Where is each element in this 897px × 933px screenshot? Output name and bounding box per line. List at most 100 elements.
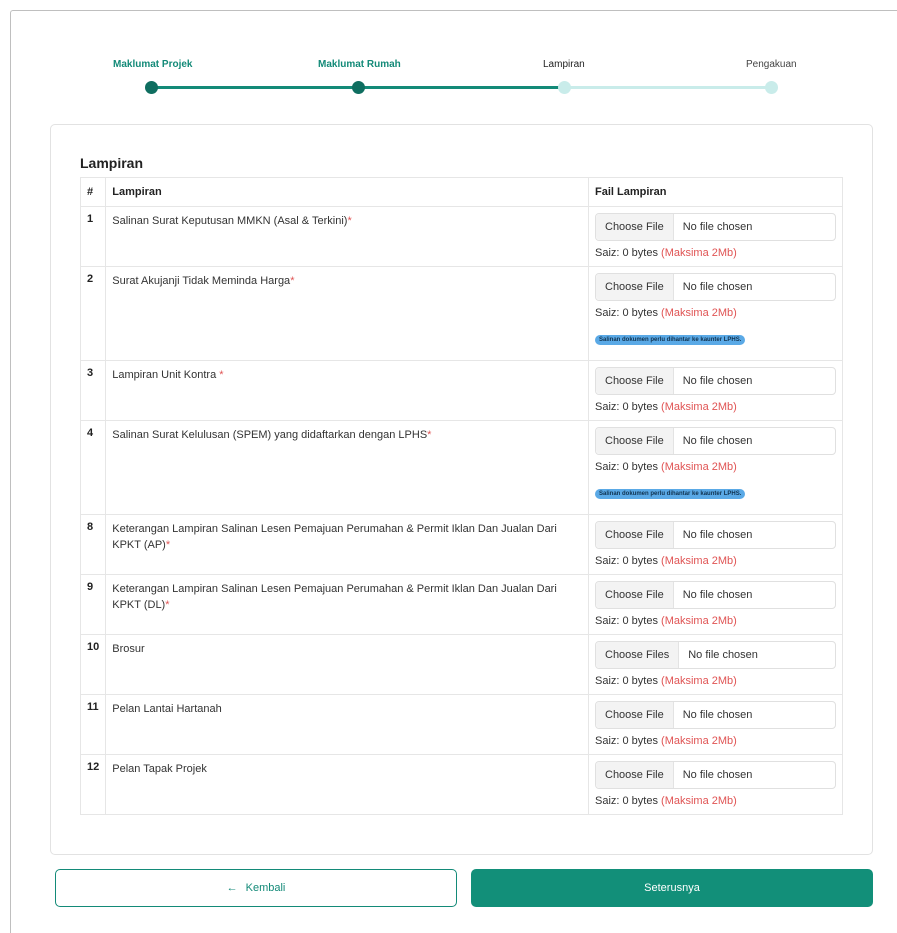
attachment-name-cell: Brosur	[105, 634, 589, 695]
attachment-name-cell: Pelan Tapak Projek	[105, 754, 589, 815]
table-row: 10 Brosur Choose Files No file chosen Saiz: …	[79, 634, 843, 695]
step-dot-maklumat-projek	[145, 81, 158, 94]
header-lampiran: Lampiran	[105, 177, 589, 207]
choose-file-button[interactable]: Choose File	[596, 582, 674, 608]
attachment-name-cell: Keterangan Lampiran Salinan Lesen Pemaju…	[105, 574, 589, 635]
file-cell: Choose File No file chosen Saiz: 0 bytes (…	[588, 574, 843, 635]
file-size: Saiz: 0 bytes	[595, 401, 658, 413]
row-number: 4	[79, 420, 107, 515]
file-input[interactable]: Choose Files No file chosen	[595, 641, 836, 669]
file-status: No file chosen	[682, 221, 753, 233]
file-size: Saiz: 0 bytes	[595, 555, 658, 567]
file-size-line: Saiz: 0 bytes (Maksima 2Mb)	[595, 401, 836, 413]
attachment-name: Lampiran Unit Kontra	[112, 369, 220, 381]
max-size-note: (Maksima 2Mb)	[661, 615, 737, 627]
file-input[interactable]: Choose File No file chosen	[595, 581, 836, 609]
row-number: 1	[79, 206, 107, 267]
row-number: 12	[79, 754, 107, 815]
max-size-note: (Maksima 2Mb)	[661, 795, 737, 807]
table-row: 12 Pelan Tapak Projek Choose File No file c…	[79, 754, 843, 815]
arrow-left-icon: ←	[226, 882, 238, 894]
file-size-line: Saiz: 0 bytes (Maksima 2Mb)	[595, 461, 836, 473]
attachment-name: Pelan Lantai Hartanah	[112, 703, 222, 715]
file-cell: Choose File No file chosen Saiz: 0 bytes (…	[588, 206, 843, 267]
attachments-table: # Lampiran Fail Lampiran 1 Salinan Surat …	[79, 177, 843, 815]
row-number: 3	[79, 360, 107, 421]
attachment-name: Pelan Tapak Projek	[112, 763, 207, 775]
file-cell: Choose Files No file chosen Saiz: 0 bytes …	[588, 634, 843, 695]
file-status: No file chosen	[688, 649, 758, 661]
choose-file-button[interactable]: Choose File	[596, 368, 674, 394]
max-size-note: (Maksima 2Mb)	[661, 247, 737, 259]
choose-file-button[interactable]: Choose File	[596, 702, 674, 728]
header-num: #	[79, 177, 107, 207]
attachment-name-cell: Surat Akujanji Tidak Meminda Harga*	[105, 266, 589, 361]
file-status: No file chosen	[682, 281, 753, 293]
file-size-line: Saiz: 0 bytes (Maksima 2Mb)	[595, 307, 836, 319]
file-status: No file chosen	[682, 529, 753, 541]
choose-file-button[interactable]: Choose File	[596, 762, 674, 788]
choose-file-button[interactable]: Choose File	[596, 274, 674, 300]
back-button-label: Kembali	[245, 882, 286, 894]
attachment-name: Salinan Surat Kelulusan (SPEM) yang dida…	[112, 429, 428, 441]
row-number: 10	[79, 634, 107, 695]
attachment-name: Salinan Surat Keputusan MMKN (Asal & Ter…	[112, 215, 348, 227]
file-cell: Choose File No file chosen Saiz: 0 bytes (…	[588, 754, 843, 815]
choose-file-button[interactable]: Choose Files	[596, 642, 680, 668]
file-cell: Choose File No file chosen Saiz: 0 bytes (…	[588, 694, 843, 755]
max-size-note: (Maksima 2Mb)	[661, 307, 737, 319]
step-lampiran-label[interactable]: Lampiran	[543, 59, 585, 70]
file-input[interactable]: Choose File No file chosen	[595, 701, 836, 729]
file-status: No file chosen	[682, 435, 753, 447]
file-cell: Choose File No file chosen Saiz: 0 bytes (…	[588, 420, 843, 515]
max-size-note: (Maksima 2Mb)	[661, 461, 737, 473]
file-input[interactable]: Choose File No file chosen	[595, 761, 836, 789]
file-size-line: Saiz: 0 bytes (Maksima 2Mb)	[595, 795, 836, 807]
table-row: 11 Pelan Lantai Hartanah Choose File No fil…	[79, 694, 843, 755]
attachment-name-cell: Pelan Lantai Hartanah	[105, 694, 589, 755]
step-maklumat-projek-label[interactable]: Maklumat Projek	[113, 59, 192, 70]
file-size: Saiz: 0 bytes	[595, 461, 658, 473]
required-marker: *	[427, 429, 432, 441]
file-input[interactable]: Choose File No file chosen	[595, 213, 836, 241]
counter-notice-badge: Salinan dokumen perlu dihantar ke kaunte…	[595, 335, 746, 345]
step-dot-lampiran	[558, 81, 571, 94]
required-marker: *	[165, 599, 170, 611]
file-input[interactable]: Choose File No file chosen	[595, 367, 836, 395]
attachment-name: Brosur	[112, 643, 145, 655]
section-title: Lampiran	[80, 155, 144, 171]
counter-notice-badge: Salinan dokumen perlu dihantar ke kaunte…	[595, 489, 746, 499]
table-row: 3 Lampiran Unit Kontra * Choose File No fil…	[79, 360, 843, 421]
choose-file-button[interactable]: Choose File	[596, 522, 674, 548]
file-size: Saiz: 0 bytes	[595, 795, 658, 807]
file-cell: Choose File No file chosen Saiz: 0 bytes (…	[588, 266, 843, 361]
file-size: Saiz: 0 bytes	[595, 247, 658, 259]
attachments-card: Lampiran # Lampiran Fail Lampiran 1 Salin…	[50, 124, 873, 855]
row-number: 8	[79, 514, 107, 575]
table-row: 4 Salinan Surat Kelulusan (SPEM) yang did…	[79, 420, 843, 515]
table-body: 1 Salinan Surat Keputusan MMKN (Asal & Te…	[79, 206, 843, 815]
back-button[interactable]: ← Kembali	[55, 869, 457, 907]
step-maklumat-rumah-label[interactable]: Maklumat Rumah	[318, 59, 401, 70]
required-marker: *	[290, 275, 295, 287]
step-pengakuan-label[interactable]: Pengakuan	[746, 59, 797, 70]
file-input[interactable]: Choose File No file chosen	[595, 521, 836, 549]
progress-stepper: Maklumat Projek Maklumat Rumah Lampiran …	[0, 0, 897, 110]
file-cell: Choose File No file chosen Saiz: 0 bytes (…	[588, 360, 843, 421]
file-size-line: Saiz: 0 bytes (Maksima 2Mb)	[595, 735, 836, 747]
file-status: No file chosen	[682, 769, 753, 781]
choose-file-button[interactable]: Choose File	[596, 428, 674, 454]
attachment-name-cell: Keterangan Lampiran Salinan Lesen Pemaju…	[105, 514, 589, 575]
choose-file-button[interactable]: Choose File	[596, 214, 674, 240]
required-marker: *	[165, 539, 171, 551]
file-size: Saiz: 0 bytes	[595, 675, 658, 687]
max-size-note: (Maksima 2Mb)	[661, 675, 737, 687]
file-size: Saiz: 0 bytes	[595, 615, 658, 627]
max-size-note: (Maksima 2Mb)	[661, 735, 737, 747]
file-input[interactable]: Choose File No file chosen	[595, 273, 836, 301]
required-marker: *	[347, 215, 352, 227]
file-input[interactable]: Choose File No file chosen	[595, 427, 836, 455]
row-number: 2	[79, 266, 107, 361]
next-button[interactable]: Seterusnya	[471, 869, 873, 907]
required-marker: *	[219, 369, 224, 381]
